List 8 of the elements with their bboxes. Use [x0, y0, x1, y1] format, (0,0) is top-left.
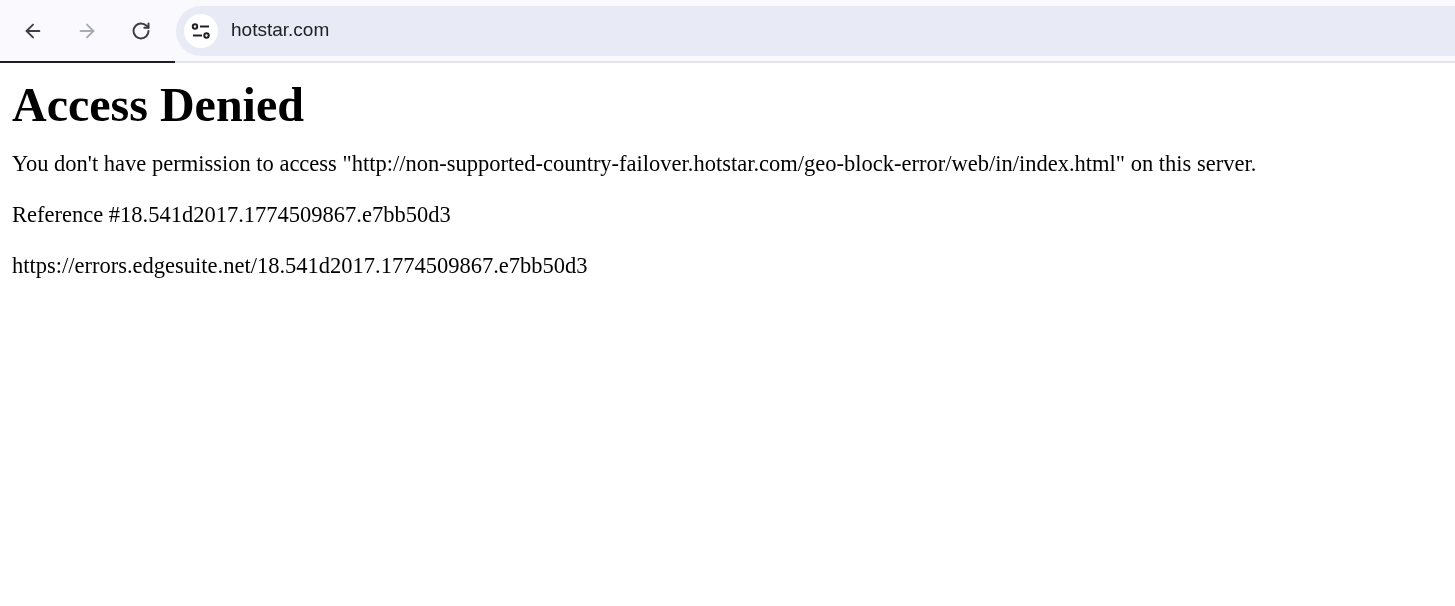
- message-paragraph: You don't have permission to access "http://non-supported-country-failover.hotstar.com/geo-block-error/web/in/index.html" on this server.: [12, 151, 1257, 177]
- page-heading: Access Denied: [12, 81, 304, 129]
- url-text: hotstar.com: [231, 18, 330, 43]
- site-info-icon[interactable]: [184, 13, 218, 48]
- address-bar[interactable]: hotstar.com: [176, 5, 1455, 56]
- message-paragraph: https://errors.edgesuite.net/18.541d2017.1774509867.e7bb50d3: [12, 253, 588, 279]
- reload-icon: [131, 20, 151, 41]
- message-paragraph: Reference #18.541d2017.1774509867.e7bb50d3: [12, 202, 451, 228]
